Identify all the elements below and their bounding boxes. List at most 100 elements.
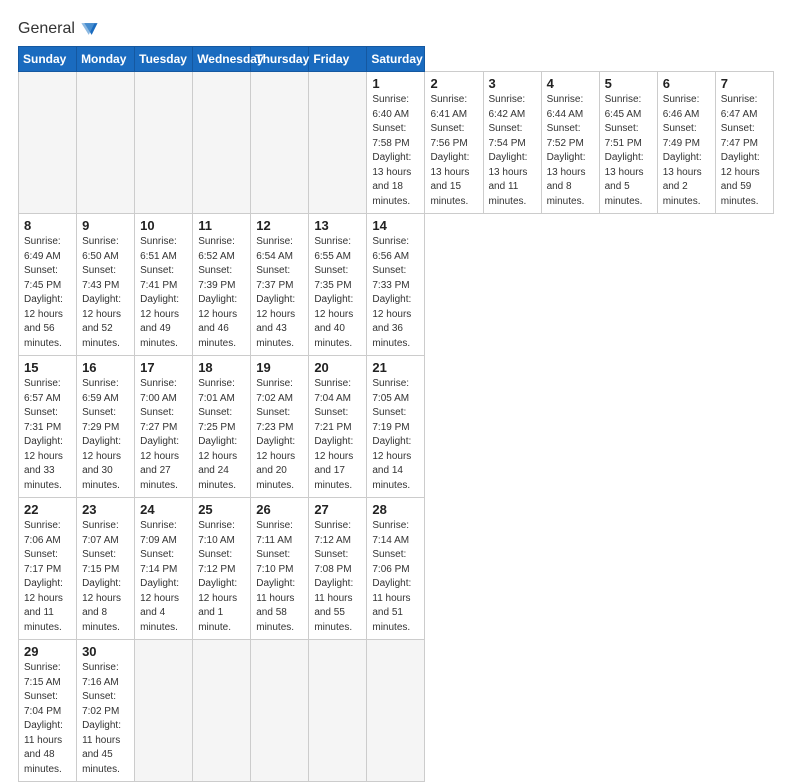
day-number: 10 (140, 218, 188, 233)
day-info: Sunrise: 6:45 AM Sunset: 7:51 PM Dayligh… (605, 93, 653, 209)
calendar-day-cell (251, 72, 309, 214)
day-info: Sunrise: 6:51 AM Sunset: 7:41 PM Dayligh… (140, 235, 188, 351)
day-info: Sunrise: 6:40 AM Sunset: 7:58 PM Dayligh… (372, 93, 420, 209)
calendar-day-cell: 2Sunrise: 6:41 AM Sunset: 7:56 PM Daylig… (425, 72, 483, 214)
day-info: Sunrise: 7:11 AM Sunset: 7:10 PM Dayligh… (256, 519, 304, 635)
calendar-day-cell: 18 Sunrise: 7:01 AM Sunset: 7:25 PM Dayli… (193, 356, 251, 498)
calendar-day-cell: 29 Sunrise: 7:15 AM Sunset: 7:04 PM Dayli… (19, 640, 77, 782)
day-number: 1 (372, 76, 420, 91)
calendar-week-row: 22Sunrise: 7:06 AM Sunset: 7:17 PM Dayli… (19, 498, 774, 640)
calendar-header-row: SundayMondayTuesdayWednesdayThursdayFrid… (19, 47, 774, 72)
day-number: 30 (82, 644, 130, 659)
day-number: 20 (314, 360, 362, 375)
day-number: 24 (140, 502, 188, 517)
calendar-day-cell: 28 Sunrise: 7:14 AM Sunset: 7:06 PM Dayli… (367, 498, 425, 640)
calendar-day-cell: 17Sunrise: 7:00 AM Sunset: 7:27 PM Dayli… (135, 356, 193, 498)
calendar-day-cell: 24 Sunrise: 7:09 AM Sunset: 7:14 PM Dayli… (135, 498, 193, 640)
logo-icon (77, 18, 99, 40)
day-number: 15 (24, 360, 72, 375)
calendar-day-cell (309, 72, 367, 214)
day-number: 25 (198, 502, 246, 517)
day-number: 9 (82, 218, 130, 233)
calendar-day-cell: 30Sunrise: 7:16 AM Sunset: 7:02 PM Dayli… (77, 640, 135, 782)
calendar-day-cell (367, 640, 425, 782)
day-info: Sunrise: 7:04 AM Sunset: 7:21 PM Dayligh… (314, 377, 362, 493)
day-number: 3 (489, 76, 537, 91)
calendar-day-cell: 25 Sunrise: 7:10 AM Sunset: 7:12 PM Dayli… (193, 498, 251, 640)
calendar-header-wednesday: Wednesday (193, 47, 251, 72)
calendar-day-cell: 26Sunrise: 7:11 AM Sunset: 7:10 PM Dayli… (251, 498, 309, 640)
calendar-day-cell: 14 Sunrise: 6:56 AM Sunset: 7:33 PM Dayli… (367, 214, 425, 356)
calendar-day-cell: 15 Sunrise: 6:57 AM Sunset: 7:31 PM Dayli… (19, 356, 77, 498)
calendar-day-cell: 13 Sunrise: 6:55 AM Sunset: 7:35 PM Dayli… (309, 214, 367, 356)
calendar-day-cell: 6Sunrise: 6:46 AM Sunset: 7:49 PM Daylig… (657, 72, 715, 214)
day-info: Sunrise: 6:54 AM Sunset: 7:37 PM Dayligh… (256, 235, 304, 351)
calendar-header-thursday: Thursday (251, 47, 309, 72)
calendar: SundayMondayTuesdayWednesdayThursdayFrid… (18, 46, 774, 782)
day-number: 8 (24, 218, 72, 233)
calendar-day-cell: 9Sunrise: 6:50 AM Sunset: 7:43 PM Daylig… (77, 214, 135, 356)
calendar-week-row: 1 Sunrise: 6:40 AM Sunset: 7:58 PM Daylig… (19, 72, 774, 214)
calendar-day-cell: 1 Sunrise: 6:40 AM Sunset: 7:58 PM Daylig… (367, 72, 425, 214)
day-number: 13 (314, 218, 362, 233)
day-info: Sunrise: 6:59 AM Sunset: 7:29 PM Dayligh… (82, 377, 130, 493)
day-number: 23 (82, 502, 130, 517)
day-number: 18 (198, 360, 246, 375)
day-info: Sunrise: 6:47 AM Sunset: 7:47 PM Dayligh… (721, 93, 769, 209)
calendar-day-cell: 22Sunrise: 7:06 AM Sunset: 7:17 PM Dayli… (19, 498, 77, 640)
calendar-header-sunday: Sunday (19, 47, 77, 72)
day-number: 12 (256, 218, 304, 233)
calendar-day-cell: 4 Sunrise: 6:44 AM Sunset: 7:52 PM Daylig… (541, 72, 599, 214)
calendar-day-cell (135, 640, 193, 782)
day-number: 21 (372, 360, 420, 375)
day-info: Sunrise: 6:52 AM Sunset: 7:39 PM Dayligh… (198, 235, 246, 351)
calendar-day-cell (135, 72, 193, 214)
day-number: 14 (372, 218, 420, 233)
day-info: Sunrise: 7:06 AM Sunset: 7:17 PM Dayligh… (24, 519, 72, 635)
calendar-header-tuesday: Tuesday (135, 47, 193, 72)
calendar-header-monday: Monday (77, 47, 135, 72)
day-info: Sunrise: 7:10 AM Sunset: 7:12 PM Dayligh… (198, 519, 246, 635)
calendar-header-saturday: Saturday (367, 47, 425, 72)
calendar-day-cell: 3 Sunrise: 6:42 AM Sunset: 7:54 PM Daylig… (483, 72, 541, 214)
day-info: Sunrise: 7:01 AM Sunset: 7:25 PM Dayligh… (198, 377, 246, 493)
day-info: Sunrise: 6:57 AM Sunset: 7:31 PM Dayligh… (24, 377, 72, 493)
day-info: Sunrise: 7:09 AM Sunset: 7:14 PM Dayligh… (140, 519, 188, 635)
calendar-day-cell: 12 Sunrise: 6:54 AM Sunset: 7:37 PM Dayli… (251, 214, 309, 356)
day-number: 19 (256, 360, 304, 375)
day-info: Sunrise: 7:05 AM Sunset: 7:19 PM Dayligh… (372, 377, 420, 493)
calendar-day-cell (19, 72, 77, 214)
day-number: 27 (314, 502, 362, 517)
day-info: Sunrise: 6:56 AM Sunset: 7:33 PM Dayligh… (372, 235, 420, 351)
day-info: Sunrise: 6:44 AM Sunset: 7:52 PM Dayligh… (547, 93, 595, 209)
day-number: 16 (82, 360, 130, 375)
calendar-day-cell: 20 Sunrise: 7:04 AM Sunset: 7:21 PM Dayli… (309, 356, 367, 498)
day-number: 28 (372, 502, 420, 517)
calendar-day-cell: 5 Sunrise: 6:45 AM Sunset: 7:51 PM Daylig… (599, 72, 657, 214)
day-info: Sunrise: 7:14 AM Sunset: 7:06 PM Dayligh… (372, 519, 420, 635)
calendar-day-cell (193, 640, 251, 782)
day-info: Sunrise: 6:55 AM Sunset: 7:35 PM Dayligh… (314, 235, 362, 351)
day-number: 11 (198, 218, 246, 233)
calendar-week-row: 29 Sunrise: 7:15 AM Sunset: 7:04 PM Dayli… (19, 640, 774, 782)
calendar-day-cell: 23 Sunrise: 7:07 AM Sunset: 7:15 PM Dayli… (77, 498, 135, 640)
day-info: Sunrise: 6:42 AM Sunset: 7:54 PM Dayligh… (489, 93, 537, 209)
day-info: Sunrise: 7:02 AM Sunset: 7:23 PM Dayligh… (256, 377, 304, 493)
day-info: Sunrise: 7:07 AM Sunset: 7:15 PM Dayligh… (82, 519, 130, 635)
calendar-day-cell (77, 72, 135, 214)
day-info: Sunrise: 6:49 AM Sunset: 7:45 PM Dayligh… (24, 235, 72, 351)
day-number: 5 (605, 76, 653, 91)
calendar-day-cell: 21 Sunrise: 7:05 AM Sunset: 7:19 PM Dayli… (367, 356, 425, 498)
day-number: 4 (547, 76, 595, 91)
calendar-day-cell: 11 Sunrise: 6:52 AM Sunset: 7:39 PM Dayli… (193, 214, 251, 356)
day-number: 29 (24, 644, 72, 659)
calendar-day-cell: 19 Sunrise: 7:02 AM Sunset: 7:23 PM Dayli… (251, 356, 309, 498)
logo: General (18, 18, 99, 36)
calendar-day-cell: 16 Sunrise: 6:59 AM Sunset: 7:29 PM Dayli… (77, 356, 135, 498)
day-info: Sunrise: 6:46 AM Sunset: 7:49 PM Dayligh… (663, 93, 711, 209)
logo-general-text: General (18, 20, 75, 38)
day-info: Sunrise: 6:41 AM Sunset: 7:56 PM Dayligh… (430, 93, 478, 209)
calendar-day-cell: 10 Sunrise: 6:51 AM Sunset: 7:41 PM Dayli… (135, 214, 193, 356)
day-info: Sunrise: 7:15 AM Sunset: 7:04 PM Dayligh… (24, 661, 72, 777)
day-number: 7 (721, 76, 769, 91)
